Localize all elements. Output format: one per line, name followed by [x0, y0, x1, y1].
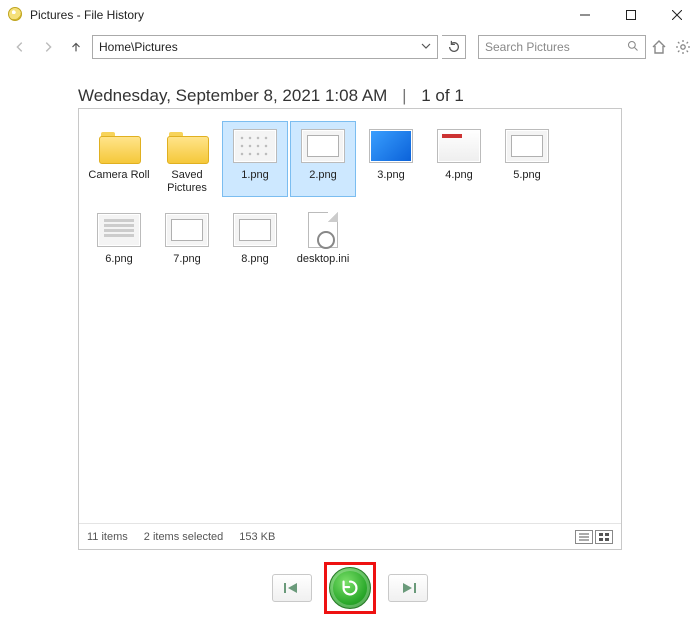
- item-label: 7.png: [173, 253, 201, 266]
- status-item-count: 11 items: [87, 531, 128, 543]
- image-thumbnail: [503, 126, 551, 166]
- image-thumbnail: [367, 126, 415, 166]
- view-icons-button[interactable]: [595, 530, 613, 544]
- restore-highlight: [324, 562, 376, 614]
- image-thumbnail: [299, 126, 347, 166]
- status-selection: 2 items selected: [144, 531, 223, 543]
- back-button[interactable]: [8, 35, 32, 59]
- item-label: 3.png: [377, 169, 405, 182]
- previous-version-button[interactable]: [272, 574, 312, 602]
- image-thumbnail: [163, 210, 211, 250]
- status-bar: 11 items 2 items selected 153 KB: [79, 523, 621, 549]
- folder-item[interactable]: Saved Pictures: [154, 121, 220, 197]
- item-label: 8.png: [241, 253, 269, 266]
- title-bar: Pictures - File History: [0, 0, 700, 30]
- home-icon[interactable]: [650, 38, 668, 56]
- file-item[interactable]: 6.png: [86, 205, 152, 269]
- playback-controls: [0, 558, 700, 618]
- version-position: 1 of 1: [421, 86, 464, 105]
- folder-icon: [163, 126, 211, 166]
- file-item[interactable]: 4.png: [426, 121, 492, 197]
- maximize-button[interactable]: [608, 0, 654, 30]
- item-label: 1.png: [241, 169, 269, 182]
- refresh-button[interactable]: [442, 35, 466, 59]
- gear-icon[interactable]: [674, 38, 692, 56]
- nav-bar: Home\Pictures Search Pictures: [0, 30, 700, 64]
- address-bar[interactable]: Home\Pictures: [92, 35, 438, 59]
- item-label: 5.png: [513, 169, 541, 182]
- item-label: 4.png: [445, 169, 473, 182]
- item-label: Camera Roll: [88, 169, 149, 182]
- forward-button[interactable]: [36, 35, 60, 59]
- image-thumbnail: [231, 210, 279, 250]
- window-title: Pictures - File History: [30, 8, 144, 22]
- item-label: 2.png: [309, 169, 337, 182]
- view-details-button[interactable]: [575, 530, 593, 544]
- next-version-button[interactable]: [388, 574, 428, 602]
- image-thumbnail: [95, 210, 143, 250]
- version-timestamp: Wednesday, September 8, 2021 1:08 AM: [78, 86, 387, 105]
- status-size: 153 KB: [239, 531, 275, 543]
- file-item[interactable]: desktop.ini: [290, 205, 356, 269]
- settings-file-icon: [299, 210, 347, 250]
- search-icon: [627, 40, 639, 55]
- folder-item[interactable]: Camera Roll: [86, 121, 152, 197]
- minimize-button[interactable]: [562, 0, 608, 30]
- search-input[interactable]: Search Pictures: [478, 35, 646, 59]
- file-item[interactable]: 7.png: [154, 205, 220, 269]
- file-item[interactable]: 1.png: [222, 121, 288, 197]
- file-item[interactable]: 5.png: [494, 121, 560, 197]
- address-path: Home\Pictures: [99, 40, 419, 54]
- image-thumbnail: [435, 126, 483, 166]
- file-item[interactable]: 3.png: [358, 121, 424, 197]
- item-label: desktop.ini: [297, 253, 350, 266]
- heading-separator: |: [402, 86, 406, 105]
- file-item[interactable]: 2.png: [290, 121, 356, 197]
- close-button[interactable]: [654, 0, 700, 30]
- file-item[interactable]: 8.png: [222, 205, 288, 269]
- version-heading: Wednesday, September 8, 2021 1:08 AM | 1…: [0, 64, 700, 106]
- address-dropdown-icon[interactable]: [419, 40, 433, 54]
- file-panel: Camera Roll Saved Pictures 1.png 2.png 3.png…: [78, 108, 622, 550]
- folder-icon: [95, 126, 143, 166]
- file-grid[interactable]: Camera Roll Saved Pictures 1.png 2.png 3.png…: [79, 109, 621, 521]
- item-label: Saved Pictures: [155, 169, 219, 194]
- view-toggle: [575, 530, 613, 544]
- image-thumbnail: [231, 126, 279, 166]
- window-controls: [562, 0, 700, 30]
- app-icon: [8, 7, 24, 23]
- search-placeholder: Search Pictures: [485, 40, 627, 54]
- restore-button[interactable]: [329, 567, 371, 609]
- item-label: 6.png: [105, 253, 133, 266]
- up-button[interactable]: [64, 35, 88, 59]
